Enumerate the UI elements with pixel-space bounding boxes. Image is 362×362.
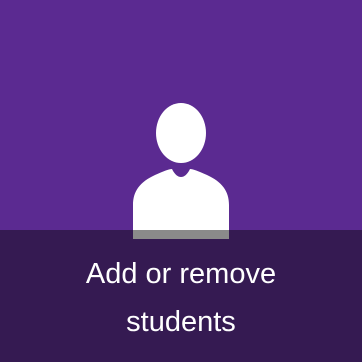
person-icon xyxy=(131,99,231,239)
add-or-remove-students-tile[interactable]: Add or remove students xyxy=(0,0,362,362)
tile-label-band xyxy=(0,230,362,362)
tile-label-line-2: students xyxy=(126,306,236,338)
tile-label-line-1: Add or remove xyxy=(85,258,277,290)
